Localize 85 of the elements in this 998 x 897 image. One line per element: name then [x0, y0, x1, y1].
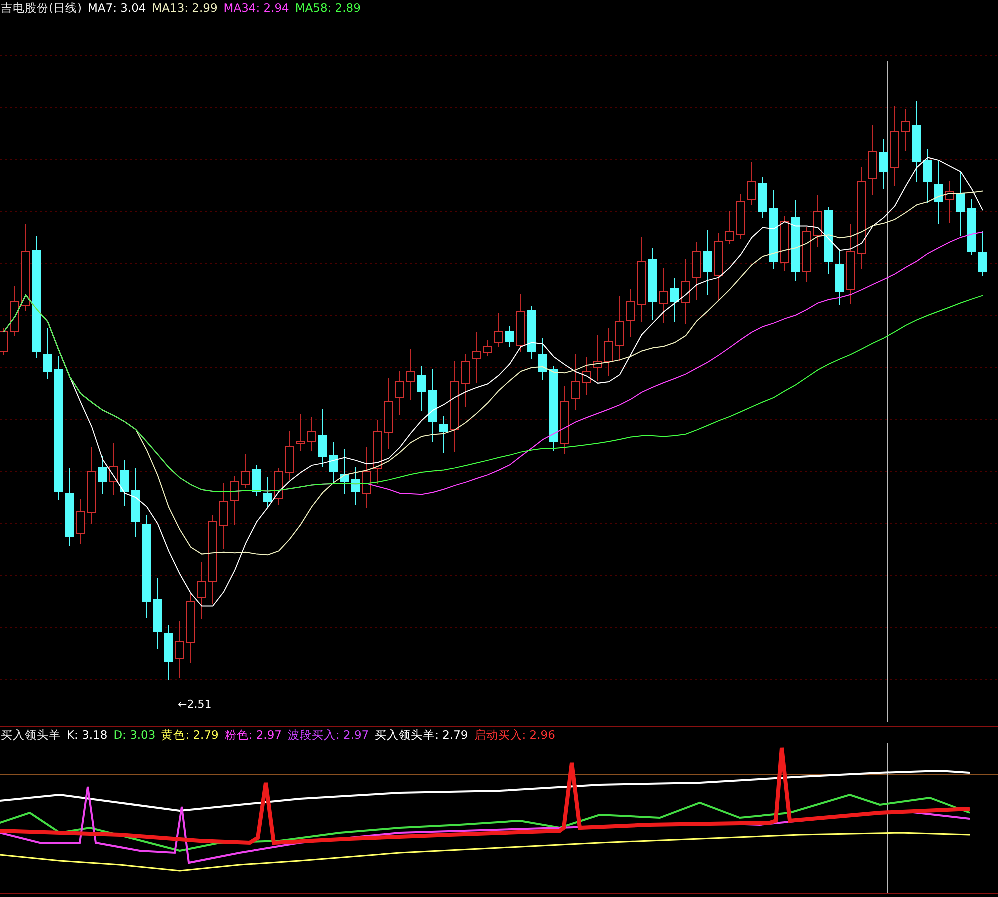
- candlestick: [506, 326, 514, 348]
- candlestick: [682, 258, 690, 324]
- candlestick: [802, 226, 812, 282]
- candlestick: [924, 148, 932, 204]
- candlestick: [494, 312, 504, 348]
- candlestick: [44, 328, 52, 380]
- candlestick: [98, 456, 108, 494]
- candlestick: [780, 216, 790, 272]
- candlestick: [594, 334, 602, 382]
- candlestick: [758, 176, 768, 218]
- candlestick: [880, 138, 888, 190]
- candlestick: [286, 430, 294, 480]
- candlestick: [604, 328, 614, 376]
- candlestick: [714, 232, 724, 300]
- candlestick: [572, 354, 580, 410]
- candlestick: [528, 306, 536, 360]
- candlestick: [352, 466, 360, 506]
- legend-item: 启动买入: 2.96: [474, 728, 556, 742]
- candlestick: [868, 124, 878, 196]
- candlestick: [736, 194, 746, 240]
- candlestick: [748, 162, 756, 206]
- candlestick: [560, 386, 570, 454]
- low-price-label: ←2.51: [178, 698, 212, 711]
- legend-item: 买入领头羊: 2.79: [375, 728, 468, 742]
- candlestick: [242, 454, 250, 488]
- candlestick: [406, 348, 416, 400]
- legend-title: 买入领头羊: [1, 728, 61, 742]
- candlestick: [582, 356, 592, 396]
- candlestick: [154, 578, 162, 650]
- candlestick: [296, 414, 306, 452]
- legend-item: 粉色: 2.97: [224, 728, 282, 742]
- candlestick: [198, 562, 206, 620]
- candlestick: [670, 278, 680, 322]
- legend-item: 波段买入: 2.97: [288, 728, 370, 742]
- candlestick: [76, 498, 86, 544]
- candlestick: [274, 468, 284, 506]
- candlestick: [626, 288, 636, 338]
- candlestick: [418, 366, 426, 412]
- legend-item: MA34: 2.94: [224, 1, 290, 15]
- candlestick: [616, 296, 624, 362]
- candlestick: [220, 482, 228, 550]
- candlestick: [110, 442, 118, 496]
- candlestick: [340, 448, 350, 494]
- legend-item: K: 3.18: [67, 728, 108, 742]
- candlestick: [814, 194, 822, 248]
- candlestick: [132, 468, 140, 538]
- candlestick: [660, 268, 668, 324]
- candlestick: [362, 446, 372, 508]
- candlestick: [726, 210, 734, 244]
- candlestick: [824, 206, 834, 274]
- candlestick: [10, 286, 20, 336]
- candlestick: [318, 408, 328, 468]
- candlestick: [462, 354, 470, 408]
- legend-item: D: 3.03: [114, 728, 156, 742]
- candlestick: [934, 160, 944, 224]
- candlestick: [330, 442, 338, 484]
- candlestick: [946, 180, 954, 224]
- legend-item: MA13: 2.99: [152, 1, 218, 15]
- candlestick: [440, 416, 448, 454]
- candlestick: [396, 370, 404, 416]
- legend-item: MA7: 3.04: [88, 1, 146, 15]
- candlestick: [308, 416, 316, 452]
- candlestick: [704, 230, 712, 296]
- candlestick: [472, 332, 482, 384]
- candlestick: [120, 460, 130, 506]
- candlestick: [484, 340, 492, 356]
- candlestick: [968, 198, 976, 256]
- candlestick: [252, 464, 262, 496]
- candlestick: [836, 248, 844, 306]
- candlestick: [902, 108, 910, 152]
- candlestick: [692, 242, 702, 300]
- legend-title: 吉电股份(日线): [1, 0, 82, 16]
- legend-item: 黄色: 2.79: [162, 728, 219, 742]
- candlestick: [538, 338, 548, 380]
- candlestick: [264, 476, 272, 508]
- candlestick: [164, 624, 174, 680]
- candlestick: [186, 594, 196, 664]
- candlestick: [956, 170, 966, 236]
- candlestick: [516, 294, 526, 352]
- legend-item: MA58: 2.89: [295, 1, 361, 15]
- candlestick: [374, 420, 382, 484]
- candlestick: [978, 230, 988, 276]
- candlestick: [176, 620, 184, 678]
- candlestick: [384, 378, 394, 450]
- candlestick: [230, 476, 240, 526]
